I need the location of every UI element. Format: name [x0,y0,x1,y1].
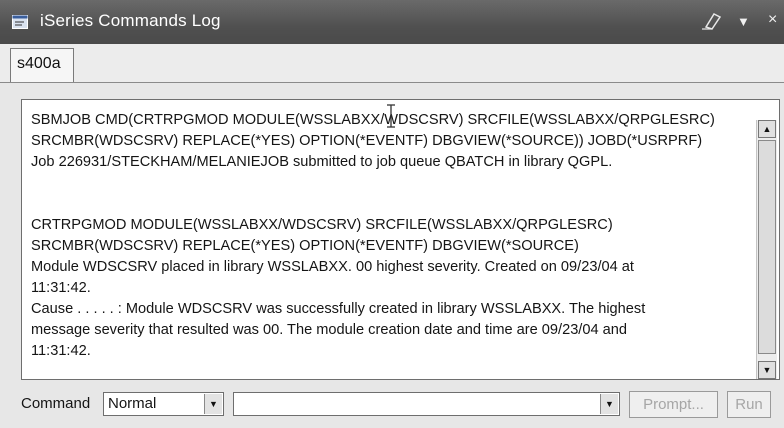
close-icon[interactable]: × [768,11,782,31]
title-bar: iSeries Commands Log ▼ × [0,0,784,44]
log-window-icon [12,15,28,29]
run-button[interactable]: Run [727,391,771,418]
eraser-icon[interactable] [700,11,722,31]
vertical-scrollbar[interactable]: ▲ ▼ [756,120,777,379]
view-menu-icon[interactable]: ▼ [737,14,753,34]
scroll-down-icon[interactable]: ▼ [758,361,776,379]
command-input[interactable]: ▼ [233,392,620,416]
log-line: 11:31:42. [31,343,91,359]
scroll-up-icon[interactable]: ▲ [758,120,776,138]
log-line: 11:31:42. [31,280,91,296]
text-cursor-icon [384,103,398,129]
log-output[interactable]: SBMJOB CMD(CRTRPGMOD MODULE(WSSLABXX/WDS… [21,99,780,380]
window-title: iSeries Commands Log [40,11,221,30]
log-line: Job 226931/STECKHAM/MELANIEJOB submitted… [31,154,613,170]
prompt-button[interactable]: Prompt... [629,391,718,418]
tab-label: s400a [17,55,61,72]
tab-s400a[interactable]: s400a [10,48,74,82]
log-line: CRTRPGMOD MODULE(WSSLABXX/WDSCSRV) SRCFI… [31,217,613,233]
chevron-down-icon[interactable]: ▼ [204,394,222,414]
log-line: SRCMBR(WDSCSRV) REPLACE(*YES) OPTION(*EV… [31,238,579,254]
log-line: message severity that resulted was 00. T… [31,322,627,338]
scrollbar-thumb[interactable] [758,140,776,354]
command-label: Command [21,395,91,412]
tab-strip: s400a [0,44,784,83]
log-text: SBMJOB CMD(CRTRPGMOD MODULE(WSSLABXX/WDS… [31,110,753,362]
command-mode-value: Normal [108,395,157,412]
chevron-down-icon[interactable]: ▼ [600,394,618,414]
log-panel: SBMJOB CMD(CRTRPGMOD MODULE(WSSLABXX/WDS… [0,83,784,428]
log-line: SRCMBR(WDSCSRV) REPLACE(*YES) OPTION(*EV… [31,133,703,149]
log-line: Module WDSCSRV placed in library WSSLABX… [31,259,634,275]
command-mode-select[interactable]: Normal ▼ [103,392,224,416]
command-bar: Command Normal ▼ ▼ Prompt... Run [0,383,784,428]
log-line: Cause . . . . . : Module WDSCSRV was suc… [31,301,646,317]
